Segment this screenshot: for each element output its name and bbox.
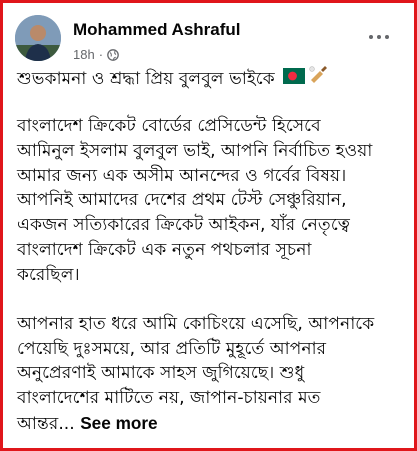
more-options-icon[interactable] [364,25,394,49]
globe-icon[interactable] [107,48,119,61]
see-more-link[interactable]: See more [80,413,157,433]
message-line: আমার জন্য এক অসীম আনন্দের ও গর্বের বিষয়… [17,165,347,186]
message-line: শুভকামনা ও শ্রদ্ধা প্রিয় বুলবুল ভাইকে [17,65,409,90]
message-line-truncated: আন্তর... See more [17,412,158,434]
post-header: Mohammed Ashraful 18h · [15,15,400,67]
message-line: বাংলাদেশ ক্রিকেট এক নতুন পথচলার সূচনা [17,239,312,260]
message-line: করেছিল। [17,264,80,285]
post-card: Mohammed Ashraful 18h · শুভকামনা ও শ্রদ্… [0,0,417,451]
message-line: একজন সত্যিকারের ক্রিকেট আইকন, যাঁর নেতৃত… [17,215,350,236]
message-line: আমিনুল ইসলাম বুলবুল ভাই, আপনি নির্বাচিত … [17,141,373,162]
post-message: শুভকামনা ও শ্রদ্ধা প্রিয় বুলবুল ভাইকে ব… [17,65,409,435]
message-line: বাংলাদেশের মাটিতে নয়, জাপান-চায়নার মত [17,387,321,408]
bangladesh-flag-icon [283,67,306,92]
cricket-bat-icon [308,65,328,93]
message-line: অনুপ্রেরণাই আমাকে সাহস জুগিয়েছে। শুধু [17,363,305,384]
post-meta: 18h · [73,47,119,62]
post-time[interactable]: 18h [73,47,95,62]
message-line: পেয়েছি দুঃসময়ে, আর প্রতিটি মুহূর্তে আপ… [17,338,327,359]
message-line: বাংলাদেশ ক্রিকেট বোর্ডের প্রেসিডেন্ট হিস… [17,116,321,137]
message-line: আপনিই আমাদের দেশের প্রথম টেস্ট সেঞ্চুরিয… [17,190,347,211]
author-avatar[interactable] [15,15,61,61]
meta-separator: · [98,47,104,62]
message-line: আপনার হাত ধরে আমি কোচিংয়ে এসেছি, আপনাকে [17,313,375,334]
author-name[interactable]: Mohammed Ashraful [73,20,241,40]
